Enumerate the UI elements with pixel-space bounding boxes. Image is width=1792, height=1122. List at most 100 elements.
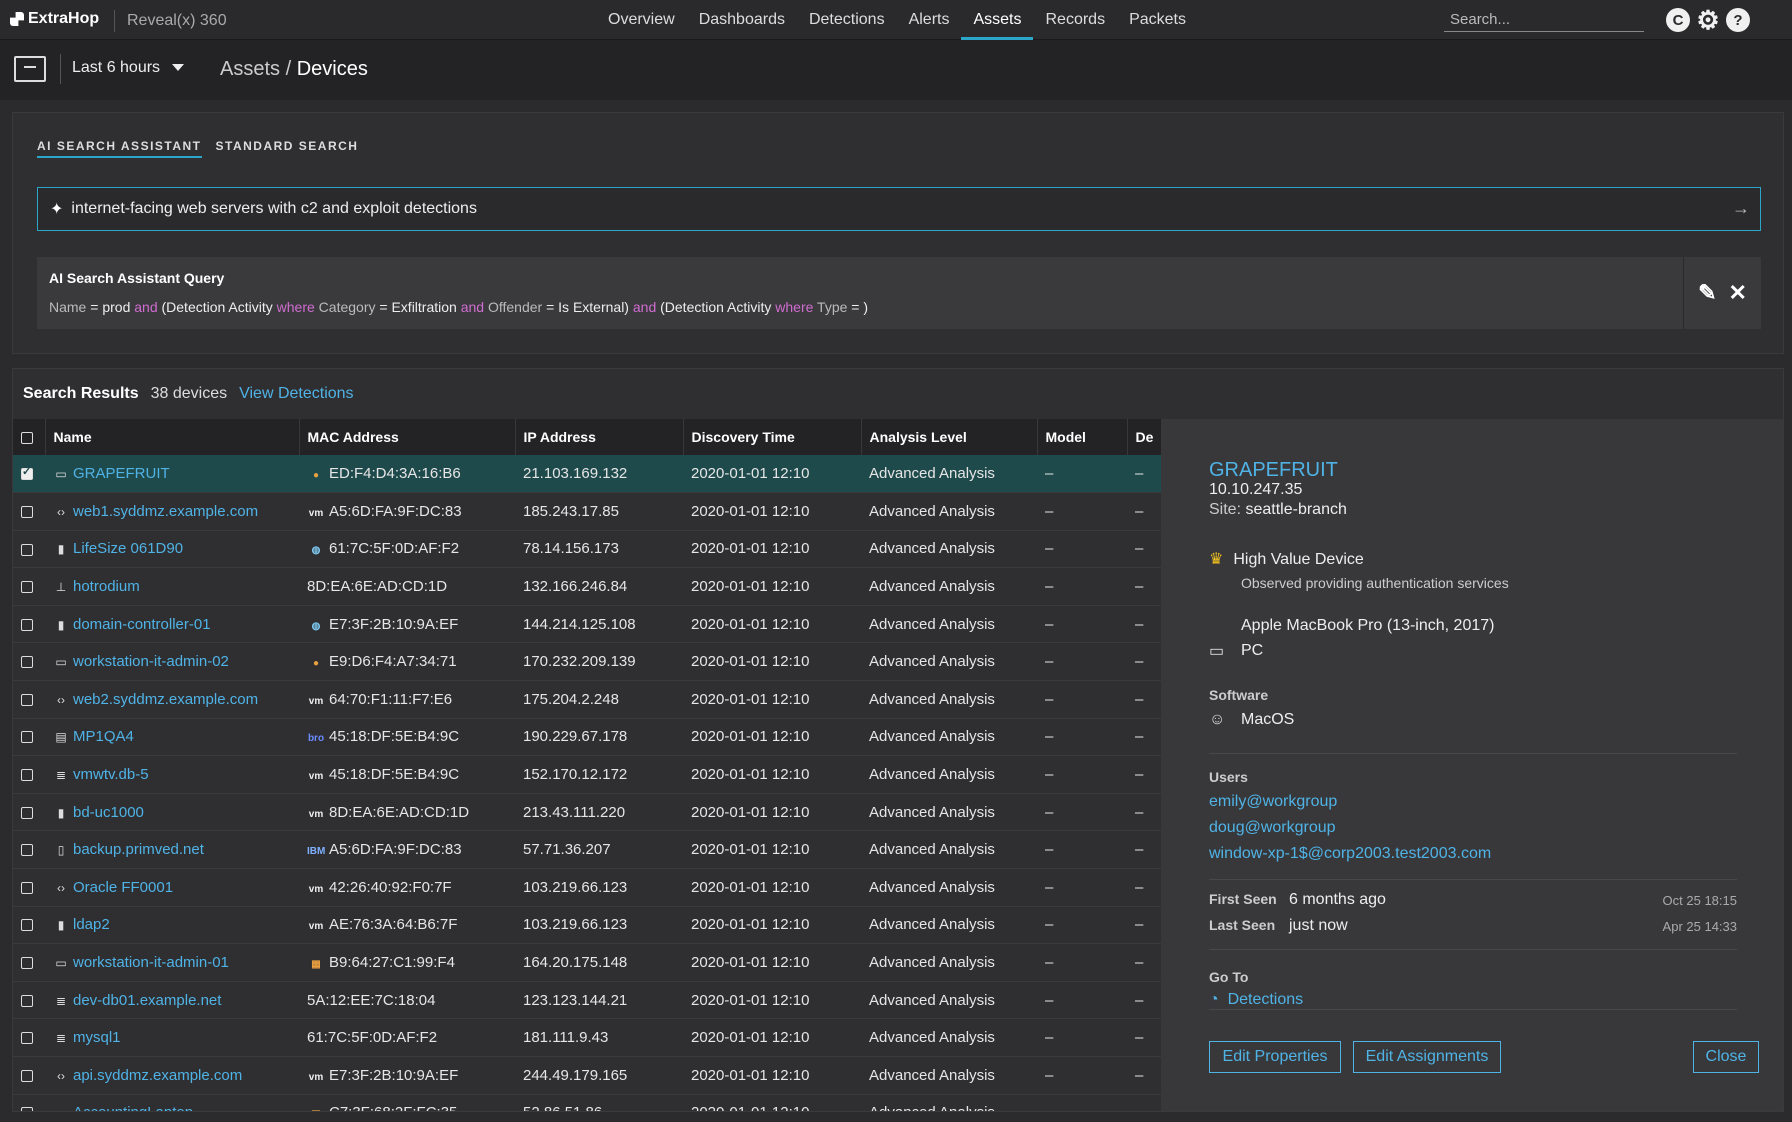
row-checkbox[interactable] xyxy=(21,656,33,669)
device-name-link[interactable]: dev-db01.example.net xyxy=(73,992,221,1009)
analysis-level-cell: Advanced Analysis xyxy=(861,642,1037,682)
nav-item-overview[interactable]: Overview xyxy=(596,0,687,40)
help-icon[interactable]: ? xyxy=(1726,8,1750,32)
tab-ai-search-assistant[interactable]: AI SEARCH ASSISTANT xyxy=(37,139,202,158)
table-row[interactable]: ‹› api.syddmz.example.com vm E7:3F:2B:10:9A… xyxy=(13,1056,1161,1095)
device-name-link[interactable]: web2.syddmz.example.com xyxy=(73,691,258,708)
row-checkbox[interactable] xyxy=(21,919,33,932)
column-header-mac[interactable]: MAC Address xyxy=(299,419,516,455)
ip-cell: 103.219.66.123 xyxy=(515,868,683,907)
table-row[interactable]: ▮ domain-controller-01 ◍ E7:3F:2B:10:9A:EF 1… xyxy=(13,605,1161,644)
column-header-analysis-level[interactable]: Analysis Level xyxy=(861,419,1038,455)
device-name-link[interactable]: workstation-it-admin-01 xyxy=(73,954,229,971)
device-name-link[interactable]: GRAPEFRUIT xyxy=(73,465,170,482)
nav-item-dashboards[interactable]: Dashboards xyxy=(687,0,797,40)
table-row[interactable]: ‹› web1.syddmz.example.com vm A5:6D:FA:9F:D… xyxy=(13,492,1161,531)
table-row[interactable]: ▤ MP1QA4 bro 45:18:DF:5E:B4:9C 190.229.67.17… xyxy=(13,718,1161,757)
close-button[interactable]: Close xyxy=(1693,1041,1759,1073)
edit-properties-button[interactable]: Edit Properties xyxy=(1209,1041,1341,1073)
device-name-link[interactable]: LifeSize 061D90 xyxy=(73,540,183,557)
table-row[interactable]: ▯ backup.primved.net IBM A5:6D:FA:9F:DC:83 5… xyxy=(13,830,1161,870)
goto-detections-link[interactable]: ◔ Detections xyxy=(1209,991,1303,1005)
device-name-link[interactable]: backup.primved.net xyxy=(73,841,204,858)
device-name-link[interactable]: domain-controller-01 xyxy=(73,616,211,633)
device-name-link[interactable]: MP1QA4 xyxy=(73,728,134,745)
table-row[interactable]: ⊥ hotrodium 8D:EA:6E:AD:CD:1D 132.166.246.8… xyxy=(13,567,1161,606)
row-checkbox[interactable] xyxy=(21,581,33,594)
table-row[interactable]: ≣ dev-db01.example.net 5A:12:EE:7C:18:04 12… xyxy=(13,981,1161,1020)
row-checkbox[interactable] xyxy=(21,1107,33,1111)
first-seen-label: First Seen xyxy=(1209,891,1277,907)
submit-arrow-icon[interactable]: → xyxy=(1732,198,1750,219)
row-checkbox[interactable] xyxy=(21,693,33,706)
row-checkbox[interactable] xyxy=(21,731,33,744)
vendor-windows-icon: ▦ xyxy=(311,959,321,971)
back-icon[interactable] xyxy=(14,56,46,82)
row-checkbox[interactable] xyxy=(21,881,33,894)
table-row[interactable]: ▭ AccountingLaptop ▦ C7:3F:68:2F:FC:35 52.86… xyxy=(13,1094,1161,1111)
view-detections-link[interactable]: View Detections xyxy=(239,385,353,403)
tab-standard-search[interactable]: STANDARD SEARCH xyxy=(216,139,359,158)
row-checkbox[interactable] xyxy=(21,994,33,1007)
table-row[interactable]: ▭ GRAPEFRUIT ● ED:F4:D4:3A:16:B6 21.103.169.… xyxy=(13,455,1161,494)
row-checkbox[interactable] xyxy=(21,844,33,857)
select-all-checkbox[interactable] xyxy=(21,432,33,445)
nav-item-packets[interactable]: Packets xyxy=(1117,0,1198,40)
close-icon[interactable]: ✕ xyxy=(1729,280,1747,306)
row-checkbox[interactable] xyxy=(21,957,33,970)
table-row[interactable]: ‹› web2.syddmz.example.com vm 64:70:F1:11:F… xyxy=(13,680,1161,719)
nav-item-assets[interactable]: Assets xyxy=(961,0,1034,40)
table-row[interactable]: ▮ bd-uc1000 vm 8D:EA:6E:AD:CD:1D 213.43.111.… xyxy=(13,793,1161,832)
detail-device-name[interactable]: GRAPEFRUIT xyxy=(1209,459,1338,482)
row-checkbox[interactable] xyxy=(21,505,33,518)
detail-user-link[interactable]: window-xp-1$@corp2003.test2003.com xyxy=(1209,845,1491,863)
nav-item-detections[interactable]: Detections xyxy=(797,0,897,40)
device-name-link[interactable]: bd-uc1000 xyxy=(73,804,144,821)
device-name-link[interactable]: Oracle FF0001 xyxy=(73,879,173,896)
device-name-link[interactable]: hotrodium xyxy=(73,578,140,595)
table-row[interactable]: ▭ workstation-it-admin-02 ● E9:D6:F4:A7:34:… xyxy=(13,642,1161,682)
extrahop-logo[interactable]: ExtraHop xyxy=(10,10,99,28)
row-checkbox[interactable] xyxy=(21,618,33,631)
analysis-level-cell: Advanced Analysis xyxy=(861,492,1037,531)
table-row[interactable]: ‹› Oracle FF0001 vm 42:26:40:92:F0:7F 103.21… xyxy=(13,868,1161,907)
device-name-link[interactable]: api.syddmz.example.com xyxy=(73,1067,242,1084)
edit-assignments-button[interactable]: Edit Assignments xyxy=(1353,1041,1501,1073)
device-name-link[interactable]: ldap2 xyxy=(73,916,110,933)
row-checkbox[interactable] xyxy=(21,543,33,556)
table-row[interactable]: ≣ mysql1 61:7C:5F:0D:AF:F2 181.111.9.43 2020… xyxy=(13,1018,1161,1057)
row-checkbox[interactable] xyxy=(21,806,33,819)
device-name-link[interactable]: web1.syddmz.example.com xyxy=(73,503,258,520)
ai-search-input[interactable]: ✦ internet-facing web servers with c2 an… xyxy=(37,187,1761,231)
table-row[interactable]: ≣ vmwtv.db-5 vm 45:18:DF:5E:B4:9C 152.170.12… xyxy=(13,755,1161,794)
row-checkbox[interactable] xyxy=(21,465,33,481)
analysis-level-cell: Advanced Analysis xyxy=(861,718,1037,757)
table-row[interactable]: ▮ LifeSize 061D90 ◍ 61:7C:5F:0D:AF:F2 78.14.… xyxy=(13,530,1161,569)
device-name-link[interactable]: AccountingLaptop xyxy=(73,1104,193,1111)
detail-user-link[interactable]: emily@workgroup xyxy=(1209,793,1337,811)
column-header-model[interactable]: Model xyxy=(1037,419,1128,455)
detail-user-link[interactable]: doug@workgroup xyxy=(1209,819,1336,837)
table-row[interactable]: ▭ workstation-it-admin-01 ▦ B9:64:27:C1:99:… xyxy=(13,943,1161,982)
device-name-link[interactable]: vmwtv.db-5 xyxy=(73,766,149,783)
column-header-ip[interactable]: IP Address xyxy=(515,419,684,455)
table-row[interactable]: ▮ ldap2 vm AE:76:3A:64:B6:7F 103.219.66.123 2… xyxy=(13,906,1161,945)
cloud-icon[interactable]: C xyxy=(1666,8,1690,32)
column-header-de[interactable]: De xyxy=(1127,419,1161,455)
nav-item-records[interactable]: Records xyxy=(1033,0,1117,40)
nav-item-alerts[interactable]: Alerts xyxy=(897,0,962,40)
row-checkbox[interactable] xyxy=(21,1032,33,1045)
column-header-discovery-time[interactable]: Discovery Time xyxy=(683,419,862,455)
gear-icon[interactable]: ⚙ xyxy=(1696,5,1720,35)
device-name-link[interactable]: mysql1 xyxy=(73,1029,121,1046)
breadcrumb-parent[interactable]: Assets xyxy=(220,58,280,80)
time-range-selector[interactable]: Last 6 hours xyxy=(72,59,185,77)
column-header-name[interactable]: Name xyxy=(45,419,300,455)
global-search-input[interactable] xyxy=(1444,8,1644,32)
pencil-icon[interactable]: ✎ xyxy=(1698,280,1716,306)
row-checkbox[interactable] xyxy=(21,769,33,782)
row-checkbox[interactable] xyxy=(21,1069,33,1082)
vendor-ibm-icon: IBM xyxy=(307,846,326,858)
device-name-cell: ▯ backup.primved.net xyxy=(45,830,299,870)
device-name-link[interactable]: workstation-it-admin-02 xyxy=(73,653,229,670)
